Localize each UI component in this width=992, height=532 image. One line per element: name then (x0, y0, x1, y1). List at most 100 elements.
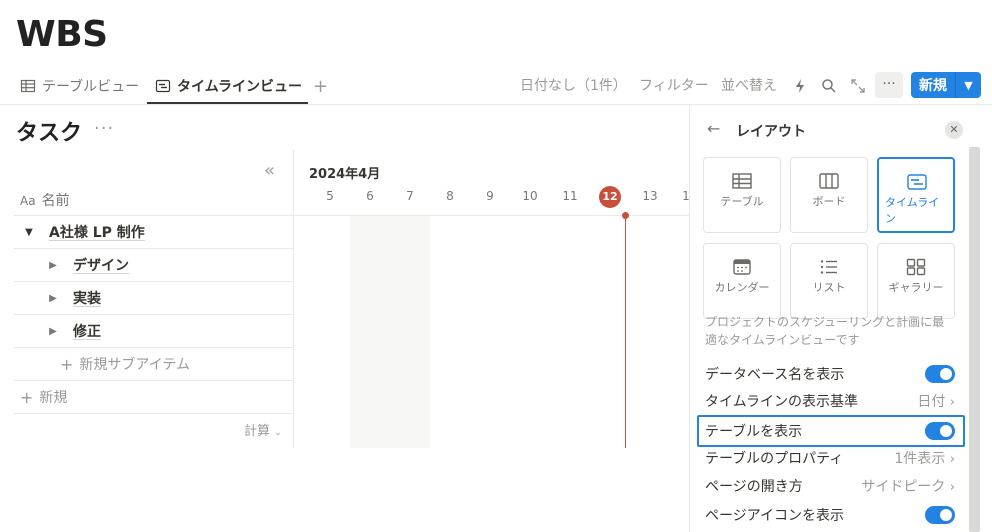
new-item-button[interactable]: + 新規 (14, 381, 294, 413)
timeline-icon (155, 79, 171, 93)
layout-option-table[interactable]: テーブル (703, 157, 781, 233)
setting-label: データベース名を表示 (705, 367, 845, 383)
sort-button[interactable]: 並べ替え (721, 76, 777, 96)
timeline-day: 6 (366, 189, 374, 203)
calendar-icon (733, 259, 751, 275)
today-line (625, 215, 626, 448)
layout-option-label: ギャラリー (888, 281, 944, 294)
database-more-button[interactable]: ··· (94, 118, 114, 139)
timeline-day: 7 (406, 189, 414, 203)
setting-timeline-basis[interactable]: タイムラインの表示基準 日付 › (705, 389, 955, 413)
timeline-day: 13 (642, 189, 658, 203)
name-column-header[interactable]: Aa 名前 (20, 190, 70, 210)
chevron-down-icon[interactable]: ▼ (956, 79, 981, 92)
today-line-dot (622, 212, 629, 219)
today-marker: 12 (599, 186, 621, 208)
calculate-label: 計算 (244, 424, 271, 439)
timeline-day: 10 (522, 189, 538, 203)
toggle-expand-icon[interactable]: ▶ (46, 260, 60, 271)
database-title: タスク (16, 121, 83, 146)
timeline-day: 9 (486, 189, 494, 203)
setting-show-table[interactable]: テーブルを表示 (705, 419, 955, 443)
filter-button[interactable]: フィルター (639, 76, 709, 96)
toggle-switch[interactable] (925, 506, 955, 524)
layout-option-gallery[interactable]: ギャラリー (877, 243, 955, 319)
automation-bolt-icon[interactable] (793, 78, 807, 94)
new-button[interactable]: 新規 ▼ (911, 72, 981, 98)
view-tabs-bar: テーブルビュー タイムラインビュー + 日付なし（1件） フィルター 並べ替え (0, 66, 992, 105)
setting-label: タイムラインの表示基準 (705, 394, 859, 410)
column-header-label: 名前 (41, 193, 70, 209)
table-icon (20, 79, 36, 93)
layout-option-board[interactable]: ボード (790, 157, 868, 233)
board-icon (819, 173, 839, 189)
plus-icon: + (20, 387, 34, 407)
calculate-button[interactable]: 計算 ⌄ (244, 420, 282, 439)
table-row[interactable]: ▼ A社様 LP 制作 (14, 216, 294, 248)
layout-description: プロジェクトのスケジューリングと計画に最適なタイムラインビューです (705, 315, 945, 347)
table-row[interactable]: ▶ 修正 (14, 315, 294, 347)
setting-label: テーブルのプロパティ (705, 451, 844, 467)
new-item-label: 新規 (39, 390, 68, 406)
search-icon[interactable] (821, 78, 837, 94)
add-view-button[interactable]: + (313, 76, 328, 97)
timeline-month-label: 2024年4月 (309, 167, 381, 182)
row-title[interactable]: 修正 (73, 321, 101, 341)
panel-scrollbar[interactable] (969, 147, 980, 532)
row-title[interactable]: A社様 LP 制作 (49, 222, 145, 242)
setting-value: 日付 › (917, 394, 955, 410)
tab-label: タイムラインビュー (177, 79, 303, 95)
collapse-table-icon[interactable]: « (264, 160, 275, 181)
layout-option-timeline[interactable]: タイムライン (877, 157, 955, 233)
timeline-day: 5 (326, 189, 334, 203)
table-icon (732, 173, 752, 189)
setting-show-database-name[interactable]: データベース名を表示 (705, 362, 955, 386)
setting-page-open-mode[interactable]: ページの開き方 サイドピーク › (705, 474, 955, 498)
layout-panel-title: レイアウト (736, 124, 806, 140)
chevron-right-icon: › (949, 395, 955, 410)
layout-option-label: ボード (812, 195, 846, 208)
new-sub-item-button[interactable]: + 新規サブアイテム (14, 348, 294, 380)
setting-table-properties[interactable]: テーブルのプロパティ 1件表示 › (705, 446, 955, 470)
gallery-icon (906, 258, 926, 276)
toggle-expand-icon[interactable]: ▼ (22, 227, 36, 238)
chevron-right-icon: › (949, 452, 955, 467)
setting-show-page-icon[interactable]: ページアイコンを表示 (705, 503, 955, 527)
toggle-expand-icon[interactable]: ▶ (46, 293, 60, 304)
layout-option-label: カレンダー (714, 281, 770, 294)
timeline-day: 8 (446, 189, 454, 203)
no-date-button[interactable]: 日付なし（1件） (520, 76, 627, 96)
layout-option-label: リスト (812, 281, 846, 294)
chevron-down-icon: ⌄ (274, 428, 282, 438)
layout-option-label: テーブル (720, 195, 764, 208)
tab-table-view[interactable]: テーブルビュー (20, 76, 139, 96)
setting-label: テーブルを表示 (705, 424, 803, 440)
table-row[interactable]: ▶ 実装 (14, 282, 294, 314)
setting-value: 1件表示 › (894, 451, 955, 467)
tab-timeline-view[interactable]: タイムラインビュー (155, 76, 302, 96)
toggle-expand-icon[interactable]: ▶ (46, 326, 60, 337)
expand-icon[interactable] (850, 78, 866, 94)
back-arrow-icon[interactable]: ← (707, 119, 720, 138)
tab-label: テーブルビュー (42, 79, 140, 95)
layout-option-list[interactable]: リスト (790, 243, 868, 319)
plus-icon: + (60, 354, 74, 374)
row-title[interactable]: デザイン (73, 255, 129, 275)
new-button-label: 新規 (919, 78, 947, 94)
timeline-day: 11 (562, 189, 578, 203)
layout-option-calendar[interactable]: カレンダー (703, 243, 781, 319)
more-options-button[interactable]: ··· (875, 72, 903, 98)
table-row[interactable]: ▶ デザイン (14, 249, 294, 281)
active-tab-indicator (147, 102, 308, 104)
close-icon[interactable]: ✕ (945, 121, 963, 139)
row-title[interactable]: 実装 (73, 288, 101, 308)
timeline-icon (907, 174, 927, 190)
toggle-switch[interactable] (925, 422, 955, 440)
new-sub-item-label: 新規サブアイテム (79, 357, 191, 373)
toggle-switch[interactable] (925, 365, 955, 383)
list-icon (820, 260, 837, 274)
page-title: WBS (16, 14, 108, 55)
setting-value: サイドピーク › (861, 479, 955, 495)
setting-label: ページアイコンを表示 (705, 508, 845, 524)
setting-label: ページの開き方 (705, 479, 803, 495)
